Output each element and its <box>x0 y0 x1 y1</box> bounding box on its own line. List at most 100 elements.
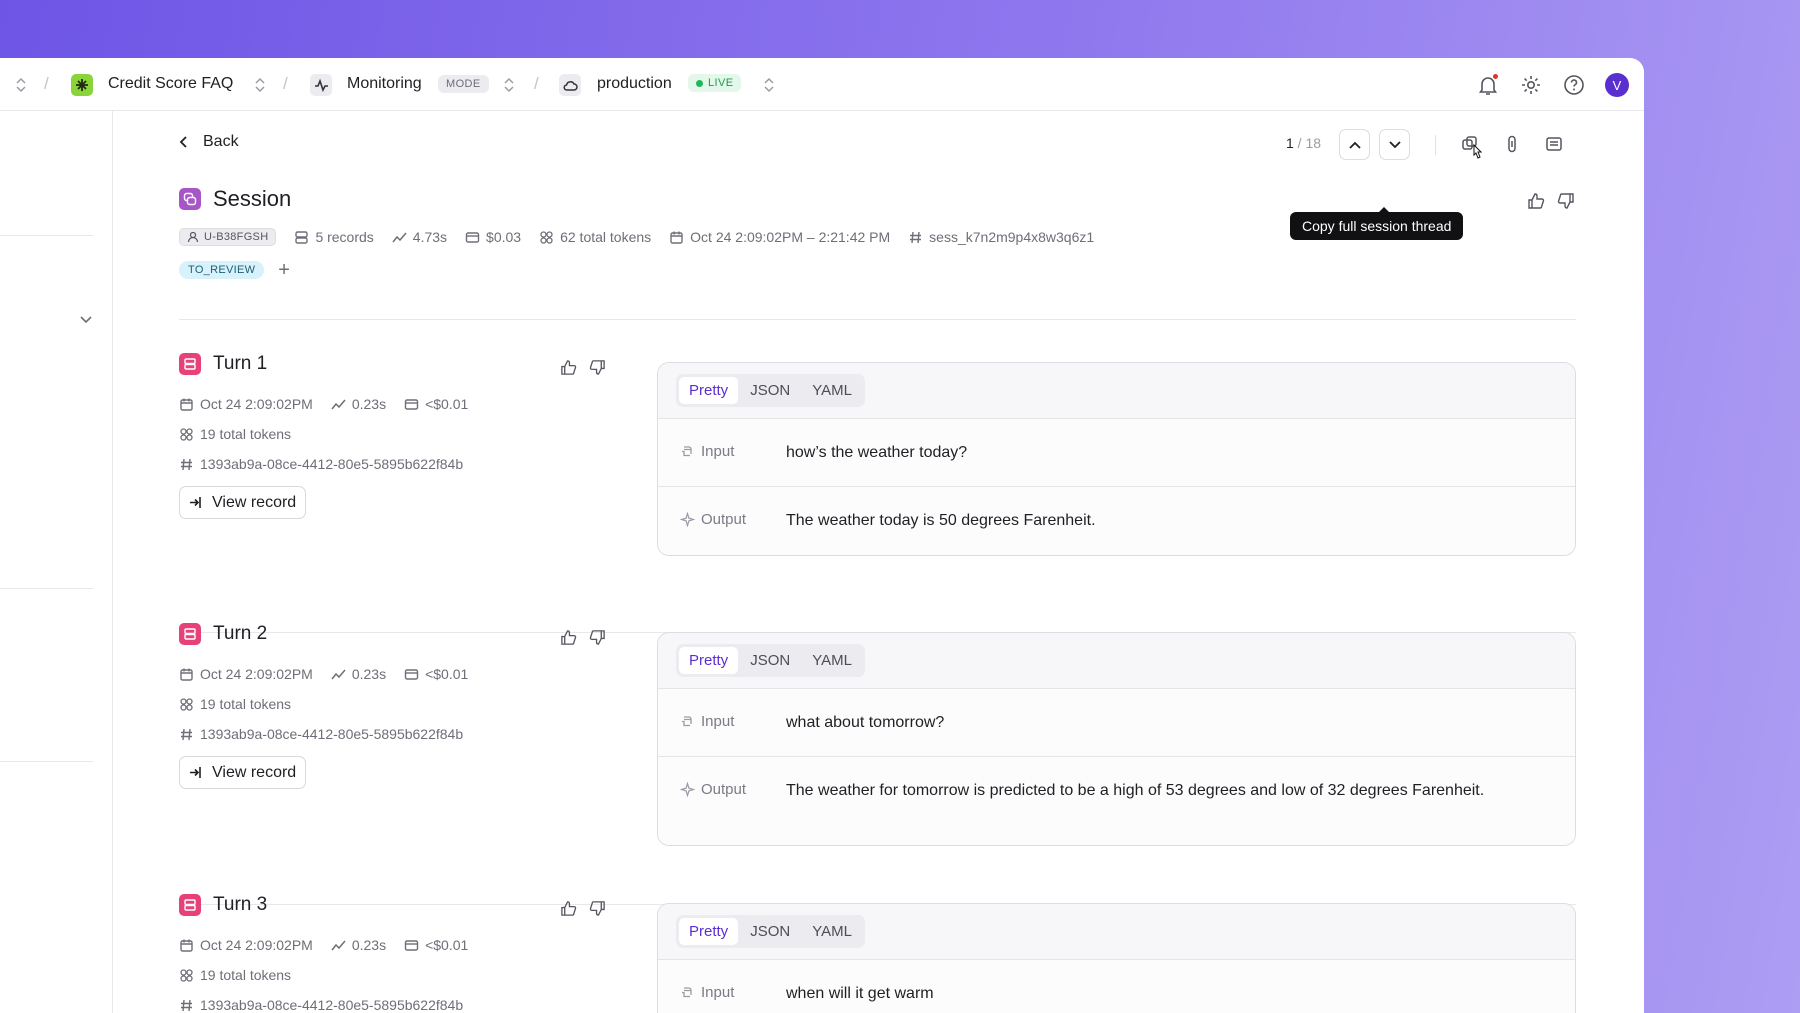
tab-yaml[interactable]: YAML <box>802 377 862 404</box>
view-record-button[interactable]: View record <box>179 486 307 519</box>
session-latency: 4.73s <box>392 229 447 245</box>
tab-pretty[interactable]: Pretty <box>679 918 739 945</box>
trend-icon <box>331 669 346 679</box>
mouse-pointer-icon <box>1473 143 1483 159</box>
mode-switch-icon[interactable] <box>502 76 516 94</box>
thumbs-down-icon[interactable] <box>1557 192 1575 210</box>
calendar-icon <box>180 668 193 681</box>
app-window: / Credit Score FAQ / Monitoring MODE / p… <box>0 58 1644 1013</box>
sidebar-divider <box>0 235 93 236</box>
input-label: Input <box>680 984 734 1001</box>
notifications-bell-icon[interactable] <box>1476 73 1500 97</box>
open-record-icon <box>190 767 201 778</box>
user-chip[interactable]: U-B38FGSH <box>179 228 277 246</box>
output-text: The weather today is 50 degrees Farenhei… <box>786 512 1096 529</box>
turn-record-id: 1393ab9a-08ce-4412-80e5-5895b622f84b <box>179 456 463 472</box>
sparkle-icon <box>680 512 695 527</box>
next-session-button[interactable] <box>1379 129 1410 160</box>
turn-cost: <$0.01 <box>425 666 469 682</box>
thumbs-down-icon[interactable] <box>589 359 606 376</box>
input-label: Input <box>680 443 734 460</box>
turn-tokens-text: 19 total tokens <box>200 426 292 442</box>
input-text: how’s the weather today? <box>786 444 968 461</box>
settings-gear-icon[interactable] <box>1519 73 1543 97</box>
environment-selector[interactable]: production <box>597 75 672 93</box>
turn-title-text: Turn 2 <box>213 623 268 644</box>
page-total: / 18 <box>1293 135 1322 151</box>
turn-title: Turn 2 <box>179 623 267 645</box>
toolbar-divider <box>1435 135 1436 155</box>
tokens-icon <box>180 697 193 711</box>
live-dot <box>696 79 703 87</box>
session-cost: $0.03 <box>465 229 521 245</box>
previous-session-button[interactable] <box>1339 129 1370 160</box>
thumbs-down-icon[interactable] <box>589 629 606 646</box>
turn-feedback <box>560 629 606 646</box>
help-icon[interactable] <box>1562 73 1586 97</box>
panel-icon[interactable] <box>1543 133 1565 155</box>
turn-record-id-text: 1393ab9a-08ce-4412-80e5-5895b622f84b <box>200 456 464 472</box>
tab-json[interactable]: JSON <box>740 377 800 404</box>
tab-json[interactable]: JSON <box>740 918 800 945</box>
turn-cost: <$0.01 <box>425 396 469 412</box>
format-tabs-bar: Pretty JSON YAML <box>658 363 1575 419</box>
trend-icon <box>331 399 346 409</box>
back-button[interactable]: Back <box>179 133 239 151</box>
turn-io-card: Pretty JSON YAML Input what about tomorr… <box>657 632 1576 846</box>
open-record-icon <box>190 497 201 508</box>
tab-yaml[interactable]: YAML <box>802 647 862 674</box>
tokens-text: 62 total tokens <box>560 229 652 245</box>
turn-io-card: Pretty JSON YAML Input when will it get … <box>657 903 1576 1013</box>
thumbs-up-icon[interactable] <box>1527 192 1545 210</box>
tab-yaml[interactable]: YAML <box>802 918 862 945</box>
sparkle-icon <box>680 782 695 797</box>
link-icon[interactable] <box>1501 133 1523 155</box>
input-row: Input how’s the weather today? <box>658 419 1575 487</box>
session-detail: Back 1 / 18 Copy full session thread Ses… <box>113 111 1644 1013</box>
mode-selector[interactable]: Monitoring <box>347 75 422 93</box>
thumbs-up-icon[interactable] <box>560 629 577 646</box>
format-tabs-bar: Pretty JSON YAML <box>658 904 1575 960</box>
credit-card-icon <box>404 668 419 680</box>
thumbs-down-icon[interactable] <box>589 900 606 917</box>
tab-json[interactable]: JSON <box>740 647 800 674</box>
thumbs-up-icon[interactable] <box>560 900 577 917</box>
output-text: The weather for tomorrow is predicted to… <box>786 782 1485 799</box>
session-tokens: 62 total tokens <box>539 229 651 245</box>
format-tabs: Pretty JSON YAML <box>676 915 865 948</box>
project-selector[interactable]: Credit Score FAQ <box>108 75 233 93</box>
page-counter: 1 / 18 <box>1286 135 1321 151</box>
live-badge: LIVE <box>688 74 742 92</box>
chevron-left-icon <box>179 136 187 148</box>
session-title-text: Session <box>213 186 292 211</box>
input-label: Input <box>680 713 734 730</box>
add-tag-icon[interactable]: + <box>278 260 290 280</box>
user-avatar[interactable]: V <box>1605 73 1629 97</box>
session-id-text: sess_k7n2m9p4x8w3q6z1 <box>929 229 1095 245</box>
session-title: Session <box>179 186 291 212</box>
tab-pretty[interactable]: Pretty <box>679 377 739 404</box>
turn-icon <box>179 894 201 916</box>
page-current: 1 <box>1286 135 1294 151</box>
chevron-up-icon <box>1348 141 1361 149</box>
input-row: Input what about tomorrow? <box>658 689 1575 757</box>
thumbs-up-icon[interactable] <box>560 359 577 376</box>
left-sidebar <box>0 111 113 1013</box>
view-record-button[interactable]: View record <box>179 756 307 789</box>
tab-pretty[interactable]: Pretty <box>679 647 739 674</box>
review-tag[interactable]: TO_REVIEW <box>179 261 265 279</box>
environment-switch-icon[interactable] <box>762 76 776 94</box>
project-switch-icon[interactable] <box>253 76 267 94</box>
view-record-label: View record <box>212 763 297 781</box>
session-time-range: Oct 24 2:09:02PM – 2:21:42 PM <box>669 229 890 245</box>
chevron-updown-icon[interactable] <box>14 76 28 94</box>
time-range-text: Oct 24 2:09:02PM – 2:21:42 PM <box>690 229 891 245</box>
credit-card-icon <box>404 398 419 410</box>
input-icon <box>682 716 692 727</box>
credit-card-icon <box>465 231 480 243</box>
mode-badge: MODE <box>438 75 489 93</box>
user-icon <box>187 231 199 243</box>
format-tabs: Pretty JSON YAML <box>676 374 865 407</box>
turn-meta: Oct 24 2:09:02PM 0.23s <$0.01 <box>179 937 468 953</box>
chevron-down-icon[interactable] <box>79 315 93 325</box>
